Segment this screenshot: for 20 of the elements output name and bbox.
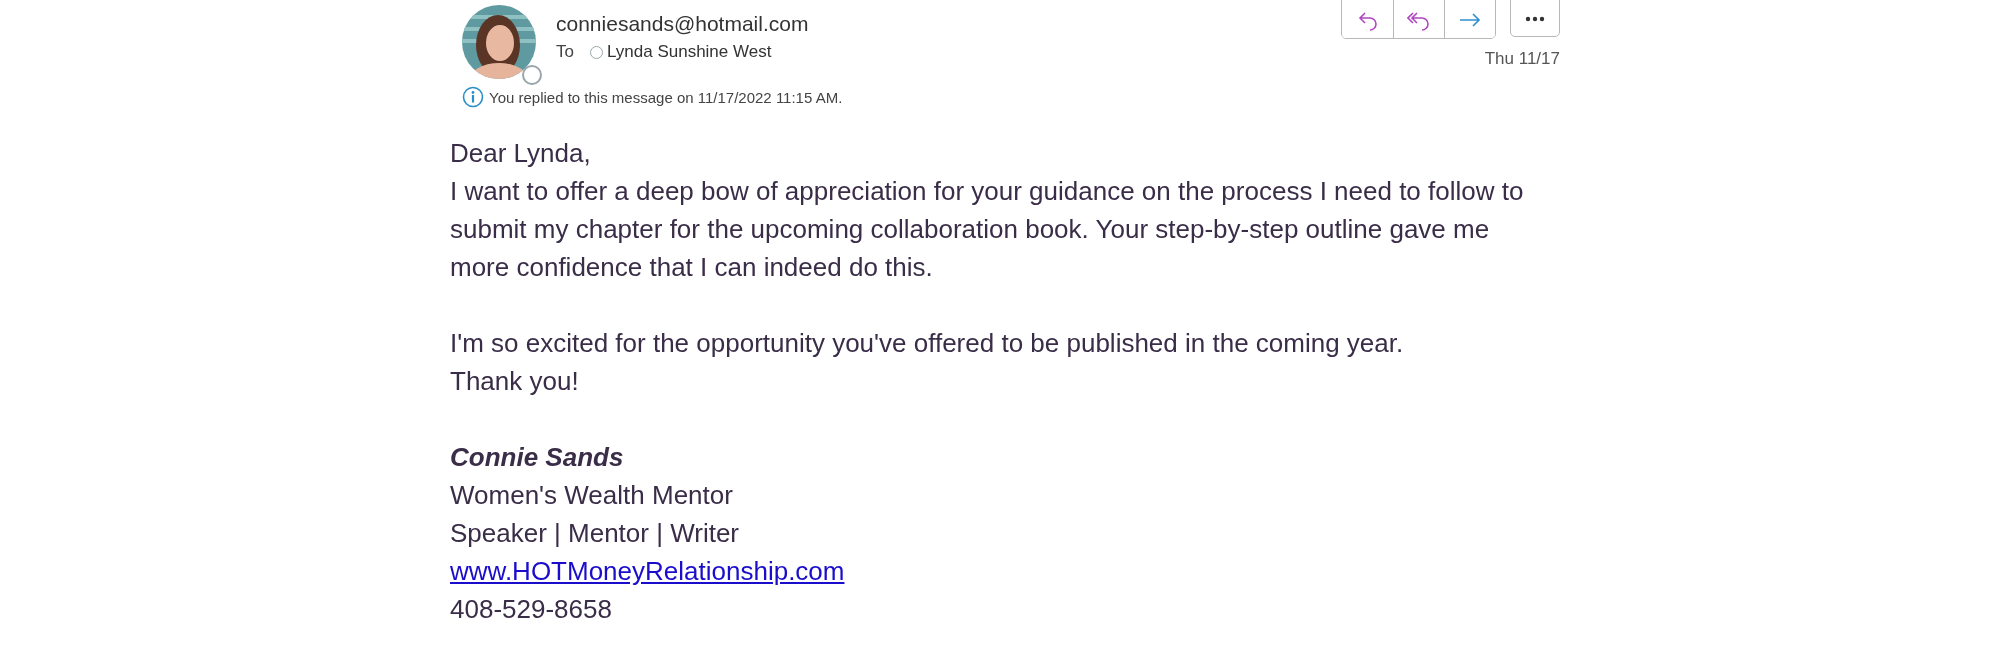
reply-notice: You replied to this message on 11/17/2022 11:15 AM. <box>489 88 843 106</box>
more-icon <box>1525 15 1545 22</box>
signature-line: 408-529-8658 <box>450 593 613 626</box>
info-icon <box>462 86 484 108</box>
website-link[interactable]: www.HOTMoneyRelationship.com <box>450 556 845 586</box>
body-text: I want to offer a deep bow of appreciation for your guidance on the process I need to follow to submit my chapter for the upcoming collaboration book. Your step-by-step outline gave me more confidence that I can indeed do this. <box>450 175 1525 284</box>
signature-name: Connie Sands <box>450 441 625 474</box>
body-text: Dear Lynda, <box>450 137 592 170</box>
more-button[interactable] <box>1510 0 1560 37</box>
forward-button[interactable] <box>1444 0 1495 38</box>
message-date: Thu 11/17 <box>1484 49 1560 69</box>
body-text: Thank you! <box>450 365 580 398</box>
forward-icon <box>1459 11 1481 28</box>
recipient-name[interactable]: Lynda Sunshine West <box>606 42 772 62</box>
signature-line: Women's Wealth Mentor <box>450 479 734 512</box>
body-text: I'm so excited for the opportunity you've offered to be published in the coming year. <box>450 327 1405 360</box>
signature-line: Speaker | Mentor | Writer <box>450 517 740 550</box>
to-label: To <box>556 42 574 62</box>
sender-email: conniesands@hotmail.com <box>556 12 809 36</box>
presence-icon <box>522 65 542 85</box>
